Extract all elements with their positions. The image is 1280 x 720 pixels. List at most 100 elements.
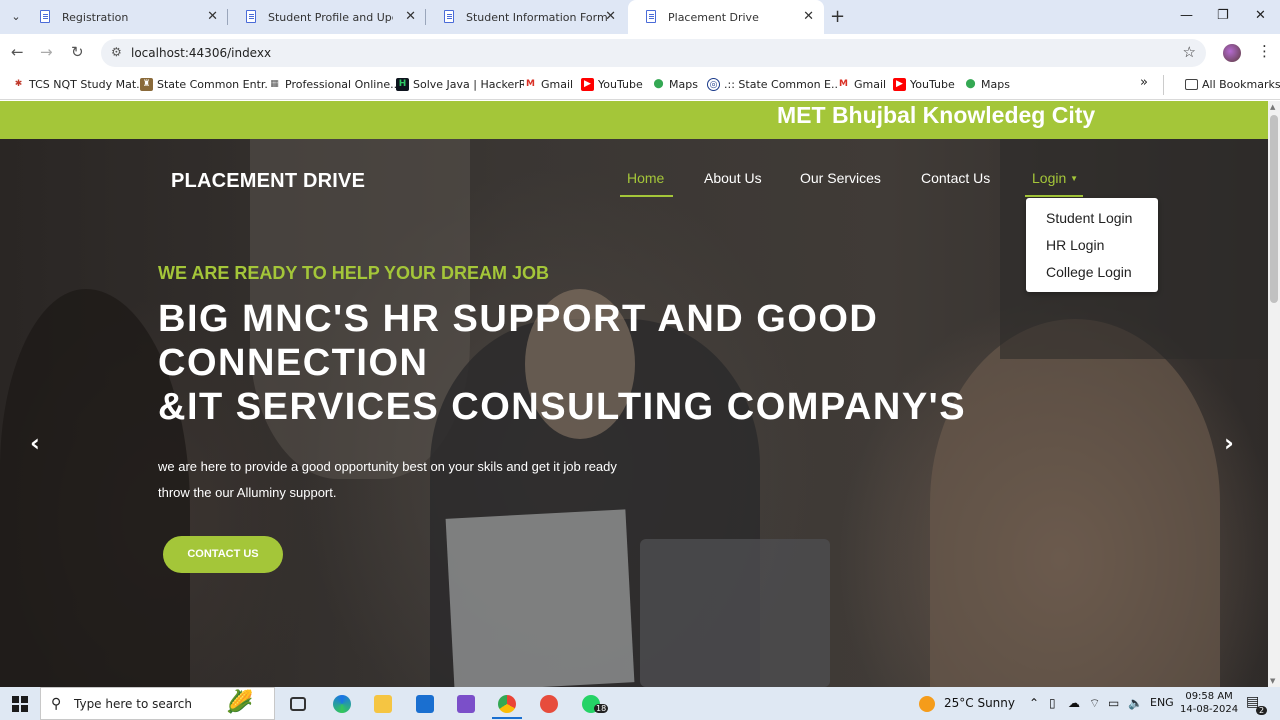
headline-line: CONNECTION <box>158 342 429 384</box>
bookmark-maps[interactable]: ⬤ Maps <box>652 78 698 91</box>
corn-icon: 🌽 <box>226 690 254 715</box>
bookmark-state-common[interactable]: ♜ State Common Entr... <box>140 78 275 91</box>
close-window-icon[interactable]: ✕ <box>1255 8 1266 23</box>
page-icon <box>444 10 454 23</box>
url-text[interactable]: localhost:44306/indexx <box>131 46 271 60</box>
back-icon[interactable]: ← <box>11 43 24 61</box>
maps-pin-icon: ⬤ <box>652 78 665 91</box>
close-icon[interactable]: ✕ <box>405 9 416 24</box>
clock[interactable]: 09:58 AM 14-08-2024 <box>1180 690 1238 716</box>
chrome-icon[interactable] <box>498 695 516 713</box>
student-login-item[interactable]: Student Login <box>1046 210 1132 226</box>
hr-login-item[interactable]: HR Login <box>1046 237 1104 253</box>
bookmark-tcs[interactable]: ✱ TCS NQT Study Mat... <box>12 78 147 91</box>
snipping-tool-icon[interactable] <box>540 695 558 713</box>
contact-us-button[interactable]: CONTACT US <box>163 536 283 573</box>
windows-start-icon[interactable] <box>12 696 28 712</box>
folder-icon <box>1185 79 1198 90</box>
carousel-prev-icon[interactable]: ‹ <box>30 429 40 457</box>
close-icon[interactable]: ✕ <box>207 9 218 24</box>
profile-avatar[interactable] <box>1223 44 1241 62</box>
scroll-thumb[interactable] <box>1270 115 1278 303</box>
tab-registration[interactable]: Registration ✕ <box>22 0 228 34</box>
gmail-icon: M <box>524 78 537 91</box>
chevron-up-icon[interactable]: ⌃ <box>1029 696 1039 710</box>
tab-student-information-form[interactable]: Student Information Form ✕ <box>426 0 626 34</box>
menu-icon[interactable]: ⋮ <box>1257 42 1272 60</box>
mail-icon[interactable] <box>416 695 434 713</box>
carousel-next-icon[interactable]: › <box>1224 429 1234 457</box>
maximize-icon[interactable]: ❐ <box>1217 8 1229 23</box>
bookmark-label: .:: State Common E... <box>724 78 842 91</box>
bookmark-star-icon[interactable]: ☆ <box>1183 43 1196 61</box>
search-placeholder: Type here to search <box>74 697 192 711</box>
forward-icon[interactable]: → <box>40 43 53 61</box>
wifi-icon[interactable]: ⌔ <box>1089 696 1100 711</box>
speaker-icon[interactable]: 🔈 <box>1128 696 1143 710</box>
battery-icon[interactable]: ▭ <box>1108 696 1119 710</box>
close-icon[interactable]: ✕ <box>803 9 814 24</box>
file-explorer-icon[interactable] <box>374 695 392 713</box>
nav-login-label: Login <box>1032 170 1067 186</box>
close-icon[interactable]: ✕ <box>605 9 616 24</box>
cloud-icon[interactable]: ☁ <box>1068 696 1080 710</box>
nav-our-services[interactable]: Our Services <box>800 170 881 186</box>
bookmark-label: Maps <box>981 78 1010 91</box>
page-icon <box>646 10 656 23</box>
web-page: MET Bhujbal Knowledeg City PLACEMENT DRI… <box>0 101 1268 687</box>
emblem-icon: ♜ <box>140 78 153 91</box>
bookmark-label: TCS NQT Study Mat... <box>29 78 147 91</box>
bookmark-state-common-2[interactable]: ◎ .:: State Common E... <box>707 78 842 91</box>
bookmark-label: YouTube <box>910 78 955 91</box>
bookmark-professional-online[interactable]: ▦ Professional Online... <box>268 78 401 91</box>
nav-contact-us[interactable]: Contact Us <box>921 170 990 186</box>
bookmark-label: State Common Entr... <box>157 78 275 91</box>
headline-line: &IT SERVICES CONSULTING COMPANY'S <box>158 386 967 428</box>
login-dropdown: Student Login HR Login College Login <box>1026 198 1158 292</box>
search-icon: ⚲ <box>51 696 62 712</box>
bookmark-youtube[interactable]: ▶ YouTube <box>581 78 643 91</box>
headline-line: BIG MNC'S HR SUPPORT AND GOOD <box>158 298 879 340</box>
hero-headline: BIG MNC'S HR SUPPORT AND GOOD CONNECTION… <box>158 297 978 429</box>
bookmark-label: All Bookmarks <box>1202 78 1280 91</box>
bookmark-maps-2[interactable]: ⬤ Maps <box>964 78 1010 91</box>
all-bookmarks[interactable]: All Bookmarks <box>1185 78 1280 91</box>
reload-icon[interactable]: ↻ <box>71 43 84 61</box>
college-login-item[interactable]: College Login <box>1046 264 1132 280</box>
more-bookmarks-icon[interactable]: » <box>1140 75 1148 90</box>
tab-student-profile[interactable]: Student Profile and Upcoming D ✕ <box>228 0 426 34</box>
minimize-icon[interactable]: — <box>1180 8 1193 23</box>
bookmark-hackerrank[interactable]: H Solve Java | HackerR... <box>396 78 537 91</box>
tab-strip: ⌄ Registration ✕ Student Profile and Upc… <box>0 0 1280 34</box>
youtube-icon: ▶ <box>893 78 906 91</box>
edge-icon[interactable] <box>333 695 351 713</box>
task-view-icon[interactable] <box>290 697 306 711</box>
language-indicator[interactable]: ENG <box>1150 696 1174 709</box>
url-field[interactable]: ⚙ localhost:44306/indexx ☆ <box>101 39 1206 67</box>
nav-active-underline <box>1025 195 1083 197</box>
tab-placement-drive[interactable]: Placement Drive ✕ <box>628 0 824 34</box>
hero-description: we are here to provide a good opportunit… <box>158 459 617 500</box>
site-brand[interactable]: PLACEMENT DRIVE <box>171 170 365 193</box>
nav-about-us[interactable]: About Us <box>704 170 762 186</box>
visual-studio-icon[interactable] <box>457 695 475 713</box>
gmail-icon: M <box>837 78 850 91</box>
youtube-icon: ▶ <box>581 78 594 91</box>
bookmark-gmail[interactable]: M Gmail <box>524 78 573 91</box>
scroll-up-icon[interactable]: ▲ <box>1270 103 1275 111</box>
site-info-icon[interactable]: ⚙ <box>111 45 122 59</box>
clock-date: 14-08-2024 <box>1180 704 1239 715</box>
bookmark-label: Gmail <box>541 78 574 91</box>
nav-home[interactable]: Home <box>627 170 664 186</box>
banner-text: MET Bhujbal Knowledeg City <box>777 102 1096 128</box>
weather-text[interactable]: 25°C Sunny <box>944 696 1015 710</box>
meet-icon[interactable]: ▯ <box>1049 696 1056 710</box>
new-tab-button[interactable]: + <box>830 6 845 27</box>
bookmark-youtube-2[interactable]: ▶ YouTube <box>893 78 955 91</box>
page-scrollbar[interactable]: ▲ ▼ <box>1268 101 1280 687</box>
bookmark-gmail-2[interactable]: M Gmail <box>837 78 886 91</box>
hero-kicker: WE ARE READY TO HELP YOUR DREAM JOB <box>158 263 550 283</box>
scroll-down-icon[interactable]: ▼ <box>1270 677 1275 685</box>
nav-login[interactable]: Login ▼ <box>1032 170 1078 186</box>
taskbar-search[interactable]: ⚲ Type here to search 🌽 <box>40 687 275 720</box>
